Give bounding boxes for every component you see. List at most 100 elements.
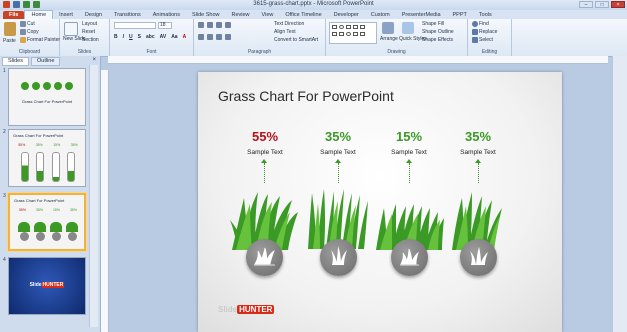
tab-home[interactable]: Home <box>24 10 54 19</box>
shape-effects-button[interactable]: Shape Effects <box>422 37 453 43</box>
sample-text-4[interactable]: Sample Text <box>448 149 508 156</box>
shape-fill-button[interactable]: Shape Fill <box>422 21 444 27</box>
slide-thumbnail-2[interactable]: Grass Chart For PowerPoint 55% 35% 15% 35% <box>8 129 86 187</box>
shape-outline-button[interactable]: Shape Outline <box>422 29 454 35</box>
title-bar: 3615-grass-chart.pptx - Microsoft PowerP… <box>0 0 627 10</box>
tab-custom[interactable]: Custom <box>365 11 396 19</box>
close-button[interactable]: × <box>611 1 625 8</box>
horizontal-ruler <box>108 56 608 64</box>
arrow-1 <box>261 159 267 183</box>
percent-3[interactable]: 15% <box>379 129 439 144</box>
tab-outline[interactable]: Outline <box>30 57 61 66</box>
quick-styles-icon <box>402 22 414 34</box>
convert-smartart-button[interactable]: Convert to SmartArt <box>274 37 318 43</box>
tab-developer[interactable]: Developer <box>328 11 365 19</box>
slide-thumbnail-4[interactable]: SlideHUNTER <box>8 257 86 315</box>
format-painter-button[interactable]: Format Painter <box>20 37 60 43</box>
strikethrough-button[interactable]: S <box>138 34 141 40</box>
slide-thumbnail-3[interactable]: Grass Chart For PowerPoint 55% 35% 15% 35% <box>8 193 86 251</box>
section-button[interactable]: Section <box>82 37 99 43</box>
paste-button[interactable]: Paste <box>3 38 16 44</box>
justify-icon[interactable] <box>225 34 231 40</box>
replace-button[interactable]: Replace <box>472 29 497 35</box>
tab-insert[interactable]: Insert <box>53 11 79 19</box>
bullets-icon[interactable] <box>198 22 204 28</box>
percent-4[interactable]: 35% <box>448 129 508 144</box>
layout-button[interactable]: Layout <box>82 21 97 27</box>
new-slide-icon <box>64 22 78 36</box>
bold-button[interactable]: B <box>114 34 118 40</box>
thumb-title: Grass Chart For PowerPoint <box>21 99 73 104</box>
decrease-indent-icon[interactable] <box>216 22 222 28</box>
copy-button[interactable]: Copy <box>20 29 39 35</box>
copy-icon <box>20 29 26 35</box>
font-size-field[interactable]: 18 <box>158 22 172 29</box>
font-label: Font <box>146 49 157 55</box>
pane-close-icon[interactable]: × <box>92 57 96 63</box>
cut-button[interactable]: Cut <box>20 21 35 27</box>
font-name-field[interactable] <box>114 22 156 29</box>
clipboard-group: Paste Cut Copy Format Painter Clipboard <box>0 19 60 56</box>
binoculars-icon <box>472 21 478 27</box>
slide-canvas[interactable]: Grass Chart For PowerPoint 55% 35% 15% 3… <box>198 72 562 332</box>
tab-office-timeline[interactable]: Office Timeline <box>279 11 327 19</box>
shadow-button[interactable]: abc <box>146 34 155 40</box>
slide-thumbnail-1[interactable]: Grass Chart For PowerPoint <box>8 68 86 126</box>
tab-presentermedia[interactable]: PresenterMedia <box>396 11 447 19</box>
percent-1[interactable]: 55% <box>235 129 295 144</box>
ribbon: Paste Cut Copy Format Painter Clipboard … <box>0 19 627 57</box>
align-left-icon[interactable] <box>198 34 204 40</box>
tab-file[interactable]: File <box>3 11 25 19</box>
spacing-button[interactable]: AV <box>160 34 167 40</box>
tab-view[interactable]: View <box>256 11 280 19</box>
tab-tools[interactable]: Tools <box>473 11 498 19</box>
cut-label: Cut <box>27 21 35 27</box>
select-icon <box>472 37 478 43</box>
slide-number: 4 <box>3 257 6 263</box>
sample-text-3[interactable]: Sample Text <box>379 149 439 156</box>
arrange-button[interactable]: Arrange <box>380 36 398 42</box>
increase-indent-icon[interactable] <box>225 22 231 28</box>
pane-scrollbar[interactable] <box>89 65 98 327</box>
grass-circle-4[interactable] <box>460 239 497 276</box>
italic-button[interactable]: I <box>123 34 124 40</box>
align-right-icon[interactable] <box>216 34 222 40</box>
tab-animations[interactable]: Animations <box>147 11 186 19</box>
slides-pane: Slides Outline × 1 Grass Chart For Power… <box>0 56 101 332</box>
thumb-circles <box>21 82 73 90</box>
grass-circle-1[interactable] <box>246 239 283 276</box>
align-text-button[interactable]: Align Text <box>274 29 296 35</box>
tab-pppt[interactable]: PPPT <box>447 11 473 19</box>
clipboard-label: Clipboard <box>18 49 41 55</box>
tab-design[interactable]: Design <box>79 11 108 19</box>
find-button[interactable]: Find <box>472 21 489 27</box>
grass-circle-3[interactable] <box>391 239 428 276</box>
brush-icon <box>20 37 26 43</box>
window-title: 3615-grass-chart.pptx - Microsoft PowerP… <box>253 1 374 7</box>
sample-text-2[interactable]: Sample Text <box>308 149 368 156</box>
percent-2[interactable]: 35% <box>308 129 368 144</box>
tab-transitions[interactable]: Transitions <box>108 11 147 19</box>
tab-slide-show[interactable]: Slide Show <box>186 11 226 19</box>
grass-circle-2[interactable] <box>320 239 357 276</box>
vertical-scrollbar[interactable] <box>612 56 627 332</box>
select-button[interactable]: Select <box>472 37 493 43</box>
align-center-icon[interactable] <box>207 34 213 40</box>
reset-button[interactable]: Reset <box>82 29 95 35</box>
logo-slide-text: Slide <box>218 305 238 314</box>
change-case-button[interactable]: Aa <box>171 34 177 40</box>
text-direction-button[interactable]: Text Direction <box>274 21 304 27</box>
underline-button[interactable]: U <box>129 34 133 40</box>
logo-hunter-text: HUNTER <box>237 305 275 314</box>
select-label: Select <box>479 37 493 43</box>
sample-text-1[interactable]: Sample Text <box>235 149 295 156</box>
minimize-button[interactable]: – <box>579 1 593 8</box>
tab-slides[interactable]: Slides <box>2 57 29 66</box>
numbering-icon[interactable] <box>207 22 213 28</box>
slide-title[interactable]: Grass Chart For PowerPoint <box>218 88 394 104</box>
arrow-2 <box>335 159 341 183</box>
tab-review[interactable]: Review <box>226 11 256 19</box>
maximize-button[interactable]: □ <box>595 1 609 8</box>
font-color-button[interactable]: A <box>183 34 187 40</box>
shapes-gallery[interactable] <box>329 22 377 44</box>
